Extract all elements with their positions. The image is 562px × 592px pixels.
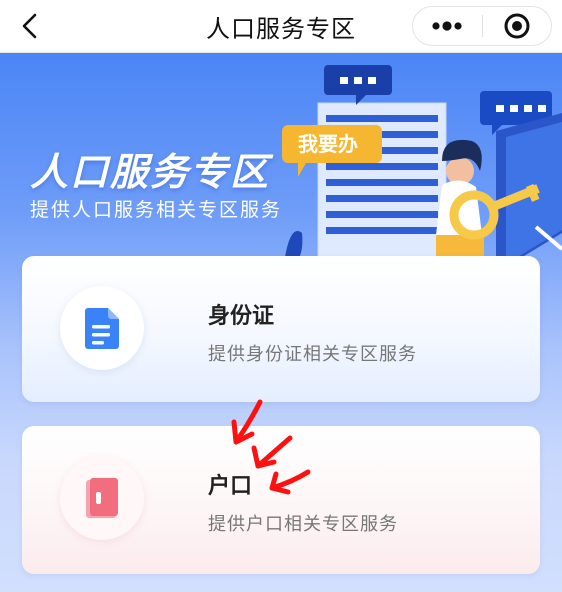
card-description: 提供户口相关专区服务 (208, 514, 398, 535)
mini-program-capsule (412, 6, 552, 46)
service-illustration: 我要办 (282, 65, 562, 263)
document-icon (85, 308, 119, 349)
target-circle-icon (504, 13, 530, 39)
badge-label: 我要办 (298, 132, 358, 156)
card-title: 身份证 (208, 304, 275, 329)
close-mini-program-button[interactable] (483, 7, 552, 45)
banner-title: 人口服务专区 (30, 150, 271, 194)
more-dots-icon (432, 21, 462, 31)
household-book-icon (86, 478, 118, 518)
banner-subtitle: 提供人口服务相关专区服务 (30, 199, 283, 221)
household-service-card[interactable]: 户口 提供户口相关专区服务 (22, 426, 540, 574)
card-title: 户口 (208, 474, 253, 499)
top-nav-bar: 人口服务专区 (0, 0, 562, 53)
card-description: 提供身份证相关专区服务 (208, 344, 417, 365)
id-card-service-card[interactable]: 身份证 提供身份证相关专区服务 (22, 256, 540, 402)
more-button[interactable] (413, 7, 482, 45)
icon-circle (60, 456, 144, 540)
icon-circle (60, 286, 144, 370)
